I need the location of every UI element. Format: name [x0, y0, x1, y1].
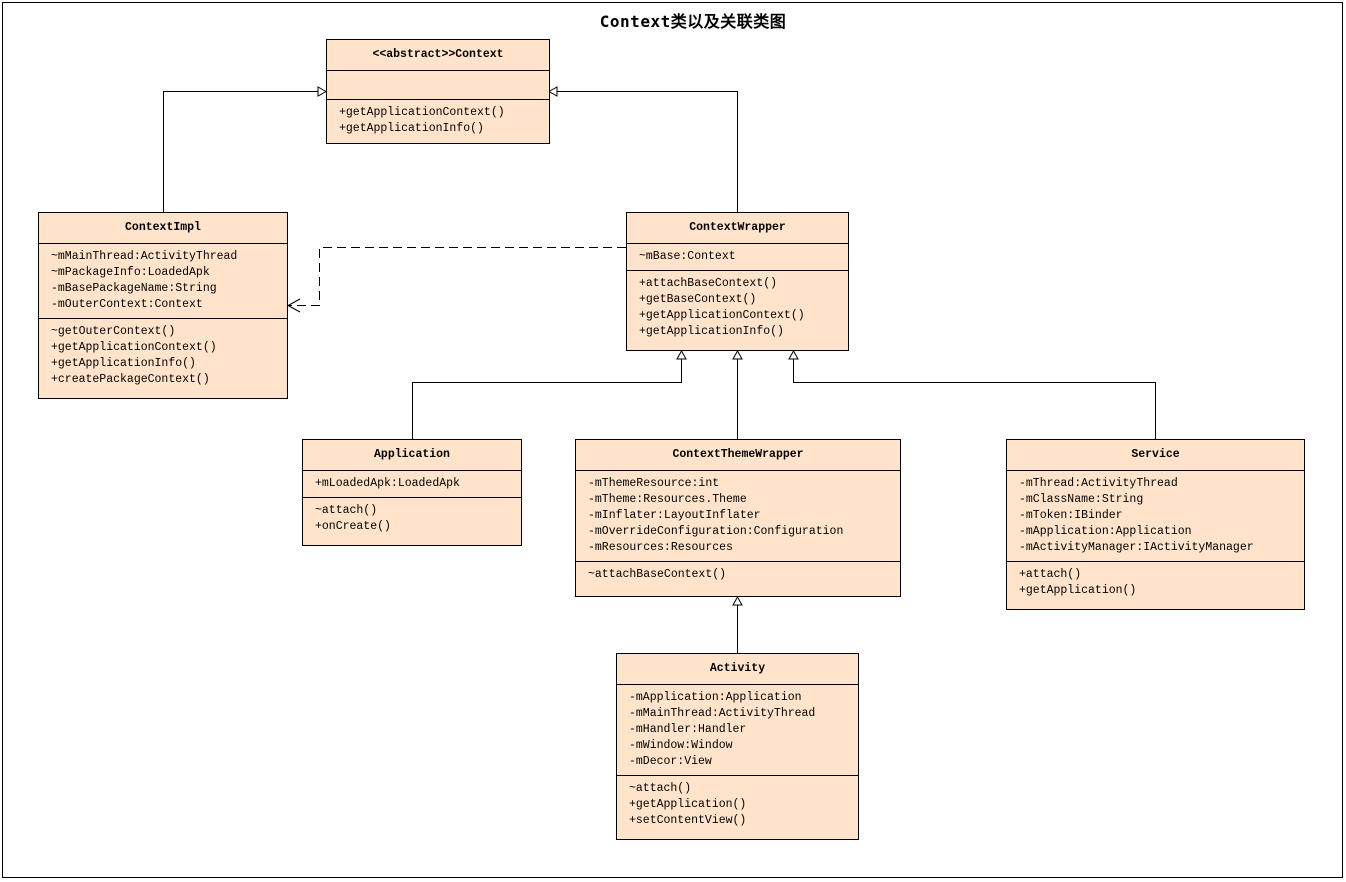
class-activity[interactable]: Activity -mApplication:Application -mMainT… [616, 653, 859, 840]
attribute: -mInflater:LayoutInflater [588, 509, 761, 522]
class-contextthemewrapper[interactable]: ContextThemeWrapper -mThemeResource:int -m… [575, 439, 901, 597]
generalization-arrowhead [732, 595, 743, 606]
methods-section: +attach() +getApplication() [1007, 562, 1304, 604]
attribute: -mOuterContext:Context [51, 298, 203, 311]
method: +getApplicationInfo() [639, 325, 784, 338]
class-contextwrapper[interactable]: ContextWrapper ~mBase:Context +attachBaseC… [626, 212, 849, 351]
attribute: ~mPackageInfo:LoadedApk [51, 266, 210, 279]
attribute: -mClassName:String [1019, 493, 1144, 506]
attribute: +mLoadedApk:LoadedApk [315, 477, 460, 490]
attributes-section: -mThemeResource:int -mTheme:Resources.The… [576, 471, 900, 562]
methods-section: +getApplicationContext() +getApplicationI… [327, 100, 549, 142]
methods-section: ~attach() +getApplication() +setContentVie… [617, 776, 858, 834]
attribute: -mOverrideConfiguration:Configuration [588, 525, 844, 538]
attribute: ~mMainThread:ActivityThread [51, 250, 238, 263]
method: +getApplicationInfo() [51, 357, 196, 370]
method: +attach() [1019, 568, 1082, 581]
attribute: -mTheme:Resources.Theme [588, 493, 747, 506]
attribute: -mBasePackageName:String [51, 282, 217, 295]
generalization-arrowhead [547, 86, 558, 97]
method: +getApplicationContext() [51, 341, 217, 354]
method: ~attach() [315, 504, 378, 517]
method: ~attachBaseContext() [588, 568, 727, 581]
generalization-arrowhead [732, 349, 743, 360]
methods-section: ~attach() +onCreate() [303, 498, 521, 540]
generalization-arrowhead [317, 86, 328, 97]
attributes-section: ~mBase:Context [627, 244, 848, 271]
class-name: ContextWrapper [627, 213, 848, 244]
method: +setContentView() [629, 814, 747, 827]
class-context[interactable]: <<abstract>>Context +getApplicationContex… [326, 39, 550, 144]
class-name: Application [303, 440, 521, 471]
generalization-arrowhead [788, 349, 799, 360]
generalization-application-contextwrapper [412, 359, 682, 439]
method: ~getOuterContext() [51, 325, 176, 338]
attribute: -mHandler:Handler [629, 723, 747, 736]
method: +getApplication() [629, 798, 747, 811]
method: +getApplicationContext() [639, 309, 805, 322]
class-service[interactable]: Service -mThread:ActivityThread -mClassNam… [1006, 439, 1305, 610]
method: +onCreate() [315, 520, 391, 533]
attributes-section: -mApplication:Application -mMainThread:Ac… [617, 685, 858, 776]
methods-section: ~getOuterContext() +getApplicationContext… [39, 319, 287, 393]
attributes-section: -mThread:ActivityThread -mClassName:Strin… [1007, 471, 1304, 562]
class-name: Activity [617, 654, 858, 685]
attributes-section [327, 71, 549, 100]
method: +getBaseContext() [639, 293, 757, 306]
attribute: -mActivityManager:IActivityManager [1019, 541, 1254, 554]
method: +attachBaseContext() [639, 277, 778, 290]
method: +createPackageContext() [51, 373, 210, 386]
class-application[interactable]: Application +mLoadedApk:LoadedApk ~attach(… [302, 439, 522, 546]
generalization-service-contextwrapper [793, 359, 1156, 439]
method: +getApplicationInfo() [339, 122, 484, 135]
attribute: ~mBase:Context [639, 250, 736, 263]
methods-section: ~attachBaseContext() [576, 562, 900, 588]
attribute: -mApplication:Application [629, 691, 802, 704]
class-name: Service [1007, 440, 1304, 471]
dependency-contextwrapper-contextimpl [289, 247, 626, 306]
attribute: -mDecor:View [629, 755, 712, 768]
class-contextimpl[interactable]: ContextImpl ~mMainThread:ActivityThread ~m… [38, 212, 288, 399]
attribute: -mWindow:Window [629, 739, 733, 752]
attribute: -mResources:Resources [588, 541, 733, 554]
attribute: -mToken:IBinder [1019, 509, 1123, 522]
method: +getApplicationContext() [339, 106, 505, 119]
class-name: ContextImpl [39, 213, 287, 244]
method: +getApplication() [1019, 584, 1137, 597]
generalization-contextimpl-context [163, 91, 319, 212]
class-name: <<abstract>>Context [327, 40, 549, 71]
attribute: -mThemeResource:int [588, 477, 720, 490]
attribute: -mThread:ActivityThread [1019, 477, 1178, 490]
method: ~attach() [629, 782, 692, 795]
attributes-section: ~mMainThread:ActivityThread ~mPackageInfo… [39, 244, 287, 319]
methods-section: +attachBaseContext() +getBaseContext() +ge… [627, 271, 848, 345]
generalization-contextwrapper-context [557, 91, 738, 212]
attributes-section: +mLoadedApk:LoadedApk [303, 471, 521, 498]
attribute: -mApplication:Application [1019, 525, 1192, 538]
class-name: ContextThemeWrapper [576, 440, 900, 471]
generalization-arrowhead [676, 349, 687, 360]
attribute: -mMainThread:ActivityThread [629, 707, 816, 720]
